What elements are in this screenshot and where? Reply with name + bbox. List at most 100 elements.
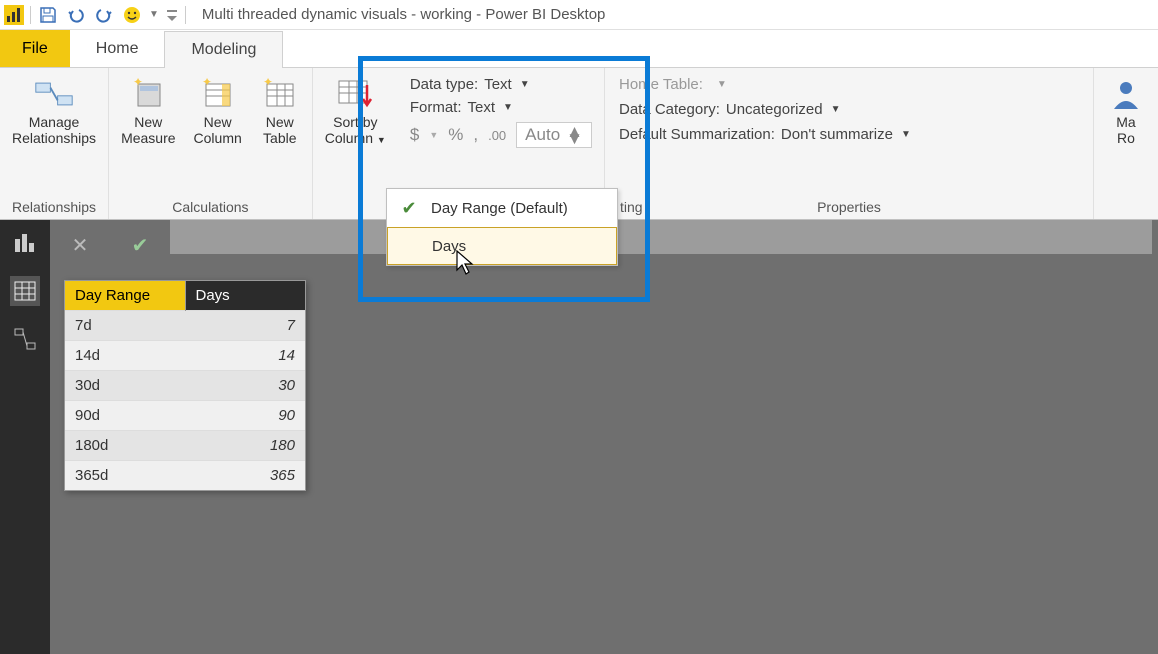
sort-by-column-menu: ✔ Day Range (Default) Days xyxy=(386,188,618,266)
column-header-days[interactable]: Days xyxy=(185,281,305,311)
tab-file[interactable]: File xyxy=(0,30,70,67)
new-table-label: New Table xyxy=(263,114,296,146)
ribbon-group-relationships: Manage Relationships Relationships xyxy=(0,68,109,219)
data-table: Day Range Days 7d714d1430d3090d90180d180… xyxy=(64,280,306,491)
svg-text:✦: ✦ xyxy=(133,78,143,89)
format-label: Format: xyxy=(410,99,462,116)
report-view-icon[interactable] xyxy=(10,228,40,258)
group-label-relationships: Relationships xyxy=(12,197,96,217)
new-column-label: New Column xyxy=(194,114,242,146)
table-row[interactable]: 365d365 xyxy=(65,461,305,491)
save-icon[interactable] xyxy=(37,4,59,26)
relationships-icon xyxy=(34,76,74,112)
cancel-formula-icon[interactable]: ✕ xyxy=(50,220,110,270)
table-row[interactable]: 90d90 xyxy=(65,401,305,431)
summarization-value: Don't summarize xyxy=(781,126,893,143)
data-type-value: Text xyxy=(484,76,512,93)
cell-day-range[interactable]: 365d xyxy=(65,461,185,491)
chevron-down-icon: ▼ xyxy=(520,79,530,90)
table-row[interactable]: 14d14 xyxy=(65,341,305,371)
person-icon xyxy=(1106,76,1146,112)
cell-days[interactable]: 180 xyxy=(185,431,305,461)
cell-days[interactable]: 365 xyxy=(185,461,305,491)
tab-modeling[interactable]: Modeling xyxy=(164,31,283,68)
new-measure-button[interactable]: ✦ New Measure xyxy=(115,72,181,150)
decimal-icon[interactable]: .00 xyxy=(488,128,506,143)
format-dropdown[interactable]: Format: Text ▼ xyxy=(410,99,592,116)
new-table-button[interactable]: ✦ New Table xyxy=(254,72,306,150)
table-row[interactable]: 7d7 xyxy=(65,311,305,341)
percent-icon[interactable]: % xyxy=(448,125,463,145)
cell-day-range[interactable]: 180d xyxy=(65,431,185,461)
cell-day-range[interactable]: 7d xyxy=(65,311,185,341)
format-value: Text xyxy=(468,99,496,116)
group-label-sort xyxy=(353,197,357,217)
table-row[interactable]: 180d180 xyxy=(65,431,305,461)
thousands-icon[interactable]: , xyxy=(473,125,478,145)
ribbon-group-properties: Home Table: ▼ Data Category: Uncategoriz… xyxy=(605,68,1094,219)
tab-home[interactable]: Home xyxy=(70,30,165,67)
data-category-label: Data Category: xyxy=(619,101,720,118)
currency-icon[interactable]: $ xyxy=(410,125,419,145)
column-header-day-range[interactable]: Day Range xyxy=(65,281,185,311)
cell-day-range[interactable]: 14d xyxy=(65,341,185,371)
chevron-down-icon: ▼ xyxy=(901,129,911,140)
model-view-icon[interactable] xyxy=(10,324,40,354)
ribbon-group-calculations: ✦ New Measure ✦ New Column ✦ New Table C… xyxy=(109,68,313,219)
data-view-icon[interactable] xyxy=(10,276,40,306)
new-column-button[interactable]: ✦ New Column xyxy=(188,72,248,150)
home-table-label: Home Table: xyxy=(619,76,703,93)
cell-day-range[interactable]: 90d xyxy=(65,401,185,431)
app-logo xyxy=(4,5,24,25)
manage-roles-button[interactable]: Ma Ro xyxy=(1100,72,1152,150)
home-table-dropdown[interactable]: Home Table: ▼ xyxy=(619,76,727,93)
sort-icon xyxy=(335,76,375,112)
check-icon: ✔ xyxy=(387,198,431,219)
sort-menu-item-day-range[interactable]: ✔ Day Range (Default) xyxy=(387,189,617,227)
decimal-auto[interactable]: Auto ▲▼ xyxy=(516,122,592,148)
titlebar: ▼ Multi threaded dynamic visuals - worki… xyxy=(0,0,1158,30)
table-header-row: Day Range Days xyxy=(65,281,305,311)
cell-day-range[interactable]: 30d xyxy=(65,371,185,401)
group-label-formatting-clipped: ting xyxy=(620,199,643,215)
cell-days[interactable]: 7 xyxy=(185,311,305,341)
cell-days[interactable]: 90 xyxy=(185,401,305,431)
manage-relationships-button[interactable]: Manage Relationships xyxy=(6,72,102,150)
view-rail xyxy=(0,220,50,654)
chevron-down-icon[interactable]: ▼ xyxy=(149,9,159,20)
sort-menu-item-label: Days xyxy=(432,238,616,255)
sort-by-column-button[interactable]: Sort by Column ▼ xyxy=(319,72,392,150)
qat-customize-icon[interactable] xyxy=(165,4,179,26)
column-icon: ✦ xyxy=(198,76,238,112)
measure-icon: ✦ xyxy=(128,76,168,112)
table-icon: ✦ xyxy=(260,76,300,112)
chevron-down-icon: ▼ xyxy=(503,102,513,113)
svg-text:✦: ✦ xyxy=(202,78,212,89)
data-canvas: Day Range Days 7d714d1430d3090d90180d180… xyxy=(50,270,1158,654)
chevron-down-icon: ▼ xyxy=(717,79,727,90)
smiley-icon[interactable] xyxy=(121,4,143,26)
summarization-label: Default Summarization: xyxy=(619,126,775,143)
sort-menu-item-days[interactable]: Days xyxy=(387,227,617,265)
new-measure-label: New Measure xyxy=(121,114,175,146)
group-label-calculations: Calculations xyxy=(172,197,248,217)
data-category-value: Uncategorized xyxy=(726,101,823,118)
table-row[interactable]: 30d30 xyxy=(65,371,305,401)
summarization-dropdown[interactable]: Default Summarization: Don't summarize ▼ xyxy=(619,126,911,143)
formula-input[interactable] xyxy=(170,220,1152,254)
commit-formula-icon[interactable]: ✔ xyxy=(110,220,170,270)
redo-icon[interactable] xyxy=(93,4,115,26)
spinner-icon: ▲▼ xyxy=(566,128,583,142)
separator xyxy=(30,6,31,24)
undo-icon[interactable] xyxy=(65,4,87,26)
manage-roles-label: Ma Ro xyxy=(1116,114,1135,146)
ribbon-tabs: File Home Modeling xyxy=(0,30,1158,68)
sort-by-column-label: Sort by Column ▼ xyxy=(325,114,386,146)
cell-days[interactable]: 14 xyxy=(185,341,305,371)
data-type-dropdown[interactable]: Data type: Text ▼ xyxy=(410,76,592,93)
data-category-dropdown[interactable]: Data Category: Uncategorized ▼ xyxy=(619,101,841,118)
number-format-buttons: $▼ % , .00 Auto ▲▼ xyxy=(410,122,592,148)
cell-days[interactable]: 30 xyxy=(185,371,305,401)
separator xyxy=(185,6,186,24)
group-label-properties: Properties xyxy=(817,197,881,217)
